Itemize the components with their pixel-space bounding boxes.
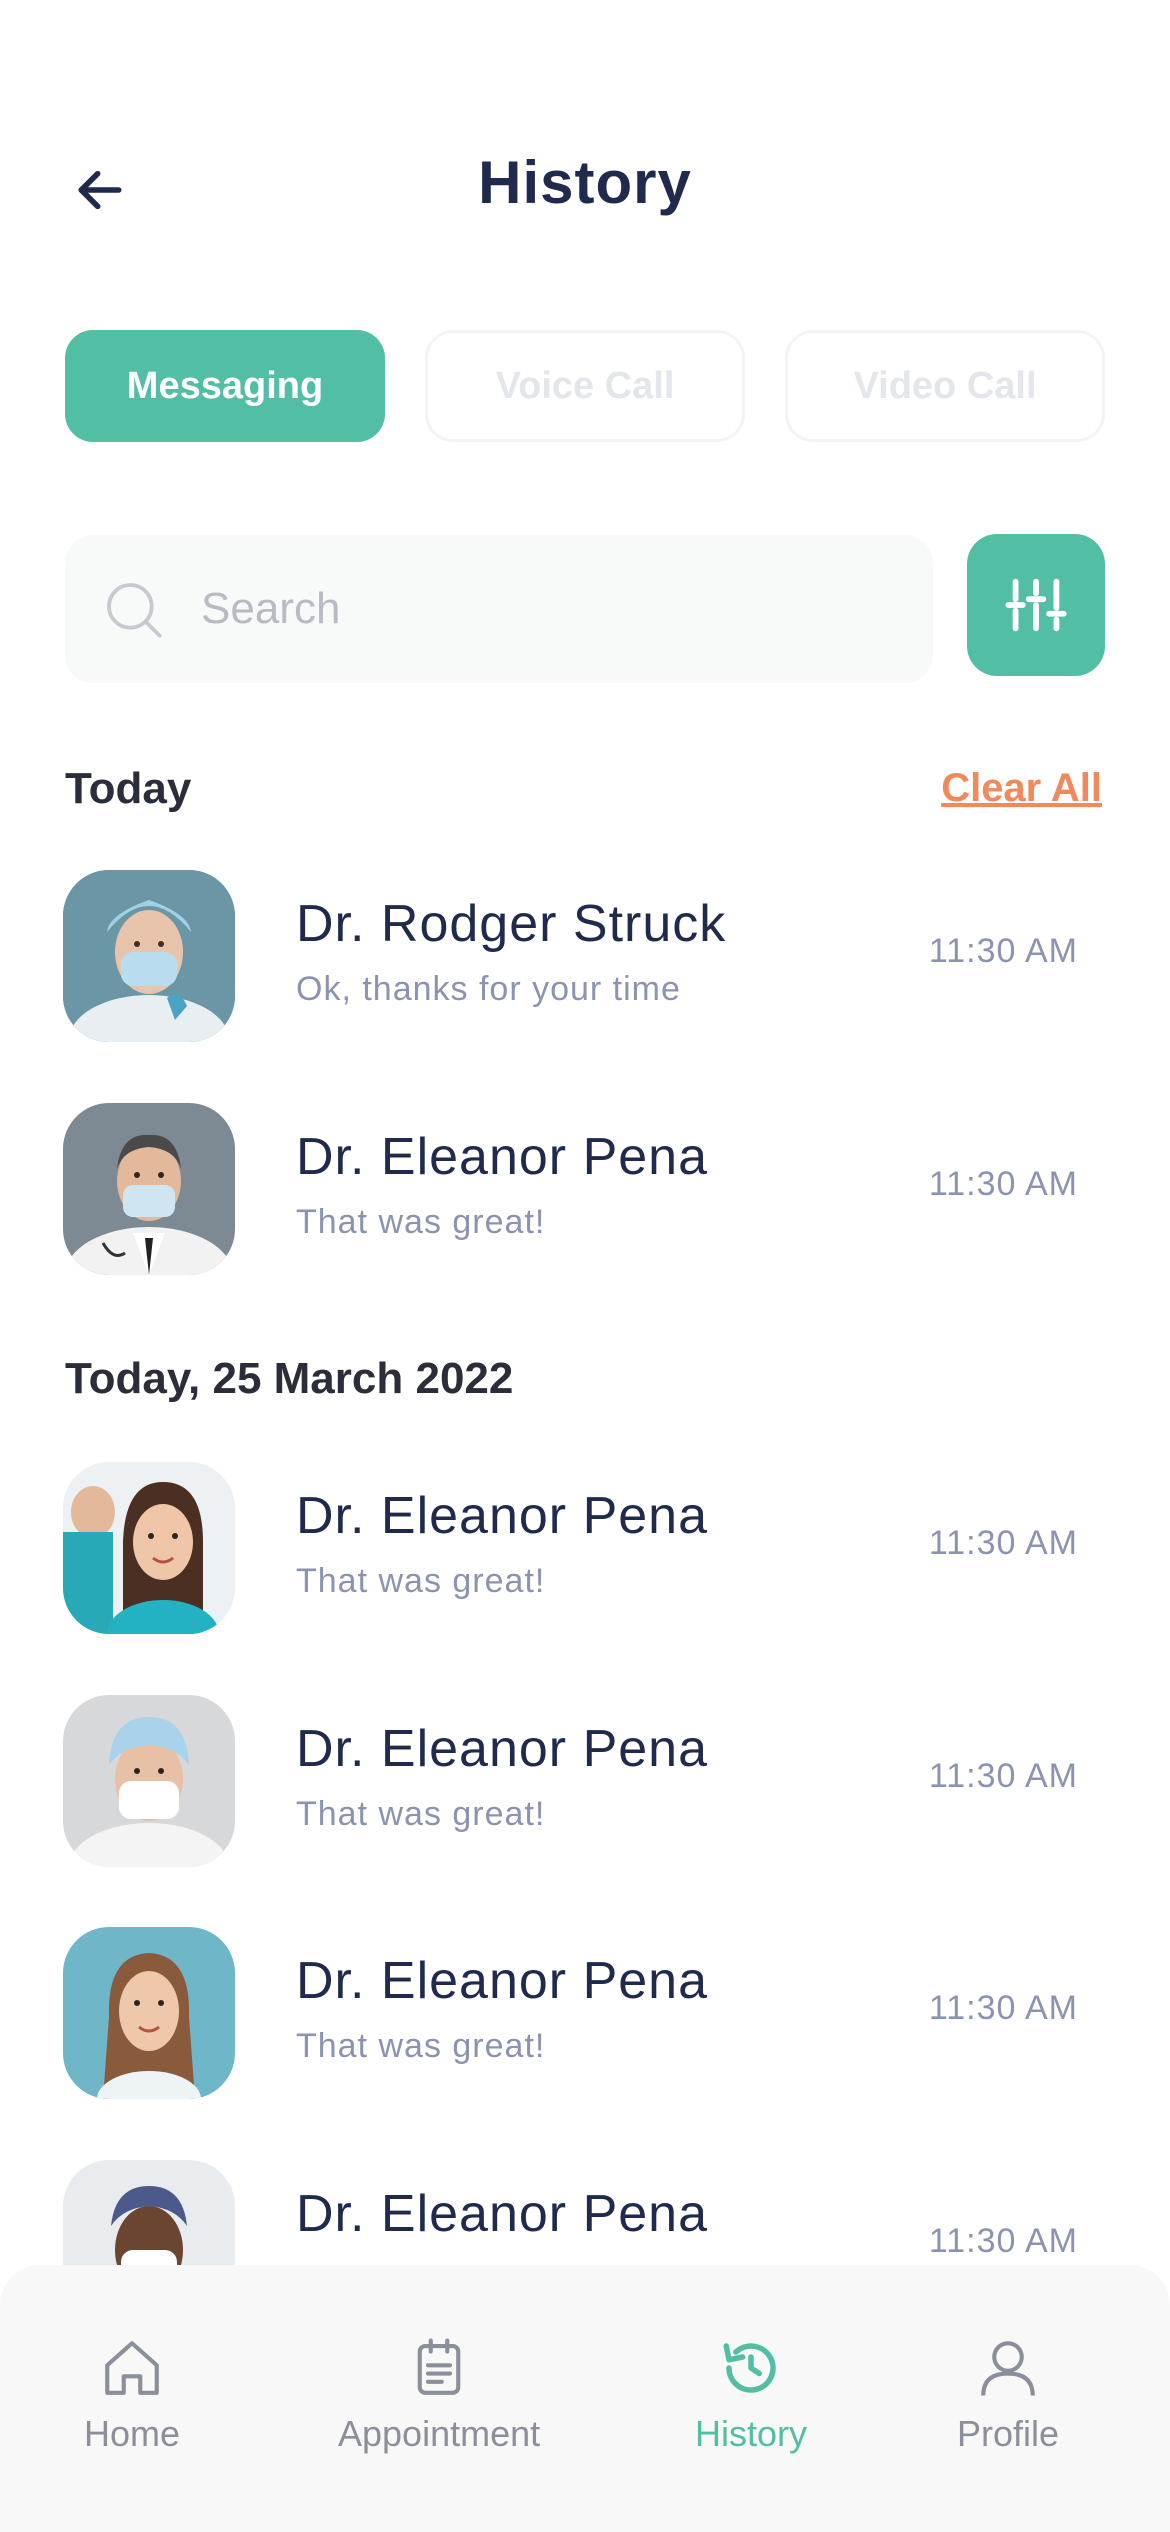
doctor-avatar <box>63 1927 235 2099</box>
tab-messaging[interactable]: Messaging <box>65 330 385 442</box>
last-message: That was great! <box>296 1203 546 1241</box>
last-message: That was great! <box>296 1795 546 1833</box>
doctor-avatar <box>63 1695 235 1867</box>
message-time: 11:30 AM <box>928 1524 1078 1562</box>
last-message: That was great! <box>296 1562 546 1600</box>
tab-voice-call[interactable]: Voice Call <box>425 330 745 442</box>
nav-profile[interactable]: Profile <box>957 2335 1059 2455</box>
message-time: 11:30 AM <box>928 2222 1078 2260</box>
tab-video-call[interactable]: Video Call <box>785 330 1105 442</box>
message-time: 11:30 AM <box>928 932 1078 970</box>
search-box <box>65 535 933 683</box>
history-icon <box>723 2343 776 2393</box>
message-time: 11:30 AM <box>928 1165 1078 1203</box>
search-input[interactable] <box>201 584 881 634</box>
search-icon <box>107 583 162 638</box>
home-icon <box>105 2341 159 2395</box>
message-time: 11:30 AM <box>928 1989 1078 2027</box>
chat-list-item[interactable]: Dr. Eleanor Pena That was great! 11:30 A… <box>0 1695 1170 1870</box>
doctor-avatar <box>63 870 235 1042</box>
bottom-nav: Home Appointment History Profile <box>0 2265 1170 2532</box>
user-icon <box>981 2341 1035 2396</box>
clipboard-icon <box>417 2338 461 2395</box>
nav-label: History <box>695 2413 808 2454</box>
doctor-name: Dr. Eleanor Pena <box>296 1952 709 2010</box>
last-message: Ok, thanks for your time <box>296 970 681 1008</box>
doctor-name: Dr. Eleanor Pena <box>296 1720 709 1778</box>
last-message: That was great! <box>296 2027 546 2065</box>
sliders-icon <box>1005 578 1067 632</box>
nav-label: Home <box>84 2413 181 2454</box>
clear-all-link[interactable]: Clear All <box>941 766 1102 811</box>
doctor-avatar <box>63 1462 235 1634</box>
nav-history[interactable]: History <box>695 2335 807 2455</box>
doctor-name: Dr. Eleanor Pena <box>296 1487 709 1545</box>
section-title-date: Today, 25 March 2022 <box>65 1354 514 1403</box>
chat-list-item[interactable]: Dr. Eleanor Pena That was great! 11:30 A… <box>0 1927 1170 2102</box>
doctor-name: Dr. Eleanor Pena <box>296 1128 709 1186</box>
chat-list-item[interactable]: Dr. Rodger Struck Ok, thanks for your ti… <box>0 870 1170 1045</box>
tab-bar: Messaging Voice Call Video Call <box>65 330 1105 442</box>
doctor-name: Dr. Rodger Struck <box>296 895 727 953</box>
nav-label: Profile <box>957 2413 1060 2454</box>
doctor-name: Dr. Eleanor Pena <box>296 2185 709 2243</box>
section-title-today: Today <box>65 764 192 813</box>
nav-appointment[interactable]: Appointment <box>338 2335 540 2455</box>
chat-list-item[interactable]: Dr. Eleanor Pena That was great! 11:30 A… <box>0 1103 1170 1278</box>
header: History <box>0 130 1170 240</box>
nav-label: Appointment <box>338 2413 541 2454</box>
message-time: 11:30 AM <box>928 1757 1078 1795</box>
nav-home[interactable]: Home <box>84 2335 180 2455</box>
filter-button[interactable] <box>967 534 1105 676</box>
page-title: History <box>478 149 692 216</box>
doctor-avatar <box>63 1103 235 1275</box>
chat-list-item[interactable]: Dr. Eleanor Pena That was great! 11:30 A… <box>0 1462 1170 1637</box>
